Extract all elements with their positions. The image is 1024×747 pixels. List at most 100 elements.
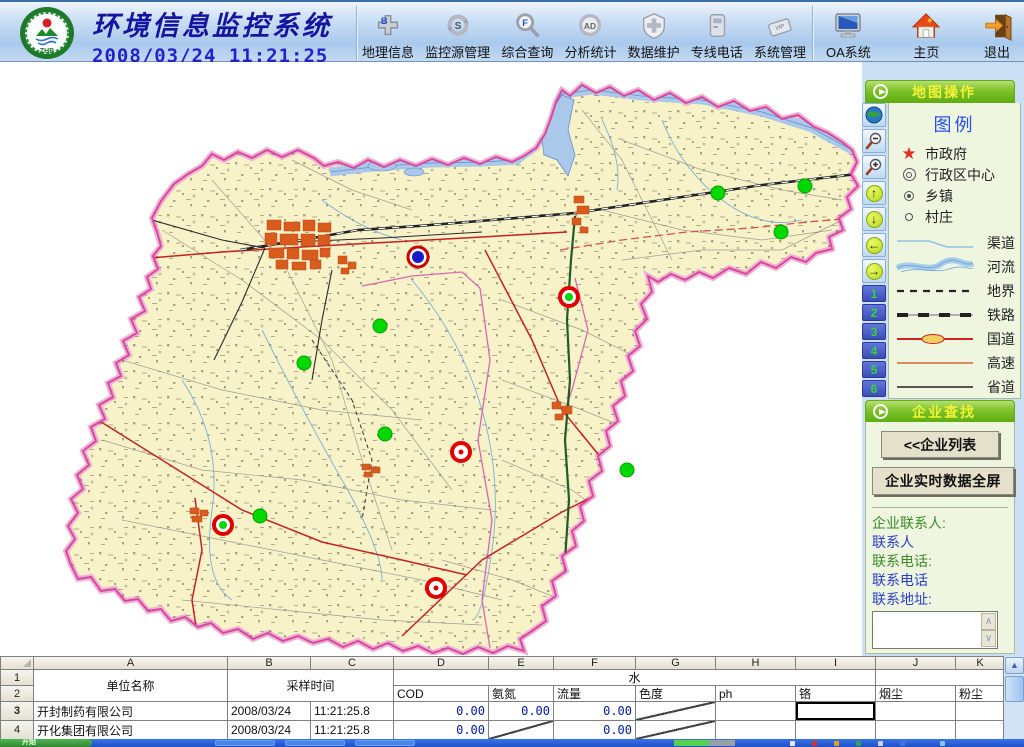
enterprise-marker-green[interactable] <box>774 225 788 239</box>
tray-icon[interactable] <box>790 741 795 746</box>
address-textarea[interactable]: ∧ ∨ <box>872 611 998 649</box>
map-panel-header[interactable]: 地图操作 <box>865 80 1015 103</box>
zoom-out-button[interactable] <box>862 129 886 153</box>
zoom-level-6[interactable]: 6 <box>862 380 886 397</box>
taskbar-window-button[interactable] <box>355 740 415 746</box>
column-header-D[interactable]: D <box>394 657 488 669</box>
start-button[interactable]: 开始 <box>0 739 92 747</box>
nav-geo-info[interactable]: B 地理信息 <box>360 10 416 62</box>
enterprise-marker-green[interactable] <box>798 179 812 193</box>
nav-query[interactable]: F 综合查询 <box>499 10 555 62</box>
column-header-C[interactable]: C <box>311 657 393 669</box>
tray-icon[interactable] <box>834 741 839 746</box>
tray-icon[interactable] <box>812 741 817 746</box>
flow-value-cell[interactable]: 0.00 <box>554 721 635 739</box>
tray-icon[interactable] <box>856 741 861 746</box>
nh3-value-cell[interactable]: 0.00 <box>489 702 553 720</box>
row-header-3[interactable]: 3 <box>1 702 33 720</box>
grid-corner-cell[interactable] <box>1 657 33 669</box>
scrollbar-up-icon[interactable]: ▲ <box>1005 657 1024 674</box>
tray-icon[interactable] <box>878 741 883 746</box>
column-header-B[interactable]: B <box>228 657 310 669</box>
column-header-E[interactable]: E <box>489 657 553 669</box>
empty-group-header[interactable] <box>876 670 1004 685</box>
row-header-1[interactable]: 1 <box>1 670 33 685</box>
sample-date-cell[interactable]: 2008/03/24 <box>228 721 310 739</box>
taskbar-window-button[interactable] <box>215 740 275 746</box>
enterprise-marker-alarm[interactable] <box>452 443 470 461</box>
sample-time-header[interactable]: 采样时间 <box>228 670 393 701</box>
pan-right-button[interactable]: → <box>862 259 886 283</box>
zoom-level-1[interactable]: 1 <box>862 285 886 302</box>
enterprise-list-button[interactable]: <<企业列表 <box>881 431 999 458</box>
pan-left-button[interactable]: ← <box>862 233 886 257</box>
row-header-4[interactable]: 4 <box>1 721 33 739</box>
param-header-cod[interactable]: COD <box>394 686 488 701</box>
nav-analysis[interactable]: AD 分析统计 <box>562 10 618 62</box>
selected-enterprise-marker[interactable] <box>408 247 428 267</box>
empty-cell[interactable] <box>796 721 875 739</box>
enterprise-marker-green[interactable] <box>297 356 311 370</box>
column-header-F[interactable]: F <box>554 657 635 669</box>
taskbar-window-button[interactable] <box>285 740 345 746</box>
county-map[interactable] <box>62 80 862 655</box>
zoom-in-button[interactable] <box>862 155 886 179</box>
full-extent-button[interactable] <box>862 103 886 127</box>
no-data-cell[interactable] <box>489 721 553 739</box>
empty-cell[interactable] <box>956 721 1004 739</box>
nav-phone[interactable]: 专线电话 <box>689 10 745 62</box>
cod-value-cell[interactable]: 0.00 <box>394 702 488 720</box>
zoom-level-5[interactable]: 5 <box>862 361 886 378</box>
empty-cell[interactable] <box>716 702 795 720</box>
pan-up-button[interactable]: ↑ <box>862 181 886 205</box>
scroll-down-button[interactable]: ∨ <box>981 630 996 647</box>
empty-cell[interactable] <box>876 702 955 720</box>
nav-oa-system[interactable]: OA系统 <box>824 10 873 62</box>
tray-icon[interactable] <box>900 741 905 746</box>
param-header-smoke[interactable]: 烟尘 <box>876 686 955 701</box>
param-header-cr[interactable]: 铬 <box>796 686 875 701</box>
selected-cell[interactable] <box>796 702 875 720</box>
cod-value-cell[interactable]: 0.00 <box>394 721 488 739</box>
enterprise-marker-green[interactable] <box>373 319 387 333</box>
enterprise-panel-header[interactable]: 企业查找 <box>865 400 1015 423</box>
enterprise-marker-alarm[interactable] <box>560 288 578 306</box>
enterprise-marker-green[interactable] <box>378 427 392 441</box>
zoom-level-4[interactable]: 4 <box>862 342 886 359</box>
sample-time-cell[interactable]: 11:21:25.8 <box>311 721 393 739</box>
enterprise-marker-alarm[interactable] <box>427 579 445 597</box>
param-header-flow[interactable]: 流量 <box>554 686 635 701</box>
enterprise-marker-green[interactable] <box>620 463 634 477</box>
nav-data-maintain[interactable]: 数据维护 <box>626 10 682 62</box>
no-data-cell[interactable] <box>636 702 715 720</box>
nav-system-manage[interactable]: VIP 系统管理 <box>752 10 808 62</box>
water-group-header[interactable]: 水 <box>394 670 875 685</box>
column-header-J[interactable]: J <box>876 657 955 669</box>
column-header-I[interactable]: I <box>796 657 875 669</box>
enterprise-marker-green[interactable] <box>253 509 267 523</box>
enterprise-marker-green[interactable] <box>711 186 725 200</box>
flow-value-cell[interactable]: 0.00 <box>554 702 635 720</box>
grid-scrollbar[interactable]: ▲ <box>1003 656 1024 739</box>
param-header-dust[interactable]: 粉尘 <box>956 686 1004 701</box>
param-header-ph[interactable]: ph <box>716 686 795 701</box>
sample-time-cell[interactable]: 11:21:25.8 <box>311 702 393 720</box>
column-header-G[interactable]: G <box>636 657 715 669</box>
tray-icon[interactable] <box>940 741 945 746</box>
nav-source-manage[interactable]: S 监控源管理 <box>423 10 492 62</box>
nav-home[interactable]: 主页 <box>909 10 943 62</box>
no-data-cell[interactable] <box>636 721 715 739</box>
column-header-K[interactable]: K <box>956 657 1004 669</box>
scroll-up-button[interactable]: ∧ <box>981 613 996 630</box>
zoom-level-2[interactable]: 2 <box>862 304 886 321</box>
column-header-H[interactable]: H <box>716 657 795 669</box>
column-header-A[interactable]: A <box>34 657 227 669</box>
empty-cell[interactable] <box>716 721 795 739</box>
zoom-level-3[interactable]: 3 <box>862 323 886 340</box>
empty-cell[interactable] <box>876 721 955 739</box>
nav-exit[interactable]: 退出 <box>980 10 1014 62</box>
unit-name-cell[interactable]: 开封制药有限公司 <box>34 702 227 720</box>
scrollbar-thumb[interactable] <box>1005 676 1024 702</box>
unit-name-header[interactable]: 单位名称 <box>34 670 227 701</box>
empty-cell[interactable] <box>956 702 1004 720</box>
